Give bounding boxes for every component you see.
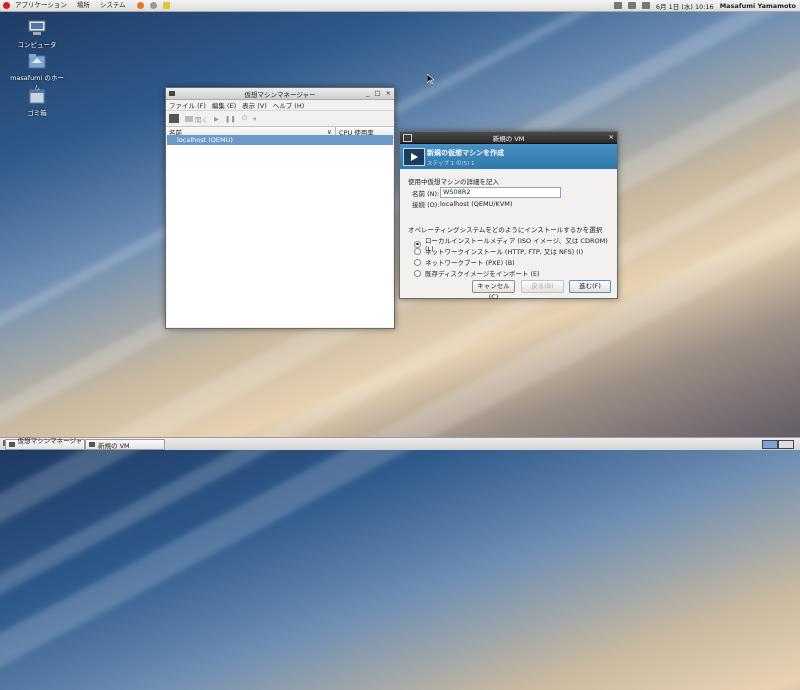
- forward-button[interactable]: 進む(F): [569, 280, 611, 293]
- connection-label: 接続 (O):: [412, 201, 440, 209]
- minimize-icon[interactable]: _: [366, 88, 369, 99]
- menu-places[interactable]: 場所: [75, 0, 92, 11]
- desktop-icon-trash[interactable]: ゴミ箱: [7, 88, 67, 117]
- back-button[interactable]: 戻る(B): [521, 280, 564, 293]
- update-icon[interactable]: [641, 2, 650, 9]
- close-icon[interactable]: ×: [386, 88, 391, 99]
- computer-icon: [28, 20, 46, 36]
- task-vmm[interactable]: 仮想マシンマネージャー: [5, 437, 85, 455]
- section-install-label: オペレーティングシステムをどのようにインストールするかを選択: [408, 226, 603, 234]
- run-icon[interactable]: ▶: [214, 115, 219, 123]
- mail-launcher-icon[interactable]: [149, 2, 157, 9]
- pause-icon[interactable]: ❚❚: [225, 115, 236, 123]
- name-input[interactable]: WS08R2: [440, 187, 561, 198]
- step-indicator: ステップ 1 の(5) 1: [427, 161, 475, 167]
- firefox-launcher-icon[interactable]: [136, 2, 144, 9]
- vmm-toolbar: 開く ▶ ❚❚ ⏻ ▾: [166, 110, 394, 127]
- cancel-button[interactable]: キャンセル(C): [472, 280, 515, 301]
- shutdown-icon[interactable]: ⏻: [242, 114, 247, 123]
- option-label: ネットワークブート (PXE) (B): [425, 259, 515, 267]
- install-option-import[interactable]: 既存ディスクイメージをインポート (E): [414, 268, 540, 278]
- close-icon[interactable]: ×: [609, 132, 614, 143]
- desktop-icon-computer[interactable]: コンピュータ: [7, 20, 67, 49]
- radio-button[interactable]: [414, 247, 421, 255]
- bottom-panel: 仮想マシンマネージャー 新規の VM: [0, 437, 800, 455]
- clock[interactable]: 6月 1日 (水) 10:16: [656, 1, 714, 11]
- vmm-menubar: ファイル (F) 編集 (E) 表示 (V) ヘルプ (H): [166, 100, 394, 110]
- chevron-down-icon[interactable]: ▾: [253, 115, 256, 123]
- vm-list-row[interactable]: localhost (QEMU): [167, 135, 393, 145]
- top-panel: アプリケーション 場所 システム 6月 1日 (水) 10:16 Masafum…: [0, 0, 800, 12]
- install-option-pxe[interactable]: ネットワークブート (PXE) (B): [414, 257, 515, 267]
- user-name[interactable]: Masafumi Yamamoto: [720, 2, 796, 10]
- task-label: 仮想マシンマネージャー: [17, 436, 83, 455]
- desktop-icon-label: ゴミ箱: [27, 109, 47, 117]
- radio-button[interactable]: [414, 258, 421, 266]
- menu-applications[interactable]: アプリケーション: [13, 0, 69, 11]
- section-details-label: 使用中仮想マシンの詳細を記入: [408, 178, 499, 186]
- volume-icon[interactable]: [627, 2, 636, 9]
- new-vm-task-icon: [89, 442, 95, 447]
- foot-menu-icon[interactable]: [3, 2, 10, 9]
- name-label: 名前 (N):: [412, 189, 440, 198]
- home-folder-icon: [28, 53, 46, 69]
- vm-list: localhost (QEMU): [167, 135, 393, 327]
- task-new-vm[interactable]: 新規の VM: [85, 439, 165, 450]
- vmm-window: 仮想マシンマネージャー _ □ × ファイル (F) 編集 (E) 表示 (V)…: [165, 87, 395, 329]
- menu-help[interactable]: ヘルプ (H): [273, 100, 305, 110]
- virtual-machine-icon: [403, 148, 425, 166]
- dialog-title: 新規の VM: [492, 134, 525, 143]
- window-title: 仮想マシンマネージャー: [244, 90, 316, 99]
- monitor-icon: [185, 115, 193, 122]
- menu-view[interactable]: 表示 (V): [242, 100, 267, 110]
- workspace-switcher-2[interactable]: [778, 440, 794, 449]
- network-status-icon[interactable]: [613, 2, 622, 9]
- menu-file[interactable]: ファイル (F): [169, 100, 206, 110]
- dialog-titlebar[interactable]: 新規の VM ×: [400, 132, 617, 144]
- notes-launcher-icon[interactable]: [162, 2, 170, 9]
- open-button-label: 開く: [195, 115, 208, 124]
- new-vm-dialog: 新規の VM × 新規の仮想マシンを作成 ステップ 1 の(5) 1 使用中仮想…: [399, 131, 618, 301]
- vmm-titlebar[interactable]: 仮想マシンマネージャー _ □ ×: [166, 88, 394, 100]
- radio-button[interactable]: [414, 269, 421, 277]
- connection-value: localhost (QEMU/KVM): [440, 200, 513, 208]
- menu-system[interactable]: システム: [98, 0, 128, 11]
- connection-row: 接続 (O): localhost (QEMU/KVM): [412, 199, 512, 209]
- name-row: 名前 (N): WS08R2: [412, 187, 561, 198]
- open-button[interactable]: 開く: [185, 114, 208, 124]
- task-label: 新規の VM: [98, 441, 130, 450]
- dialog-heading: 新規の仮想マシンを作成: [427, 149, 504, 157]
- mouse-pointer-icon: [427, 74, 434, 84]
- option-label: 既存ディスクイメージをインポート (E): [425, 270, 540, 278]
- option-label: ネットワークインストール (HTTP, FTP, 又は NFS) (I): [425, 248, 584, 256]
- install-option-network[interactable]: ネットワークインストール (HTTP, FTP, 又は NFS) (I): [414, 246, 583, 256]
- new-vm-icon[interactable]: [169, 114, 179, 123]
- workspace-switcher[interactable]: [762, 440, 778, 449]
- desktop-icon-home[interactable]: masafumi のホーム: [7, 53, 67, 92]
- vmm-task-icon: [9, 442, 15, 447]
- menu-edit[interactable]: 編集 (E): [212, 100, 236, 110]
- maximize-icon[interactable]: □: [374, 88, 380, 99]
- desktop-icon-label: コンピュータ: [17, 41, 57, 49]
- dialog-banner: 新規の仮想マシンを作成 ステップ 1 の(5) 1: [400, 144, 617, 169]
- trash-icon: [28, 88, 46, 104]
